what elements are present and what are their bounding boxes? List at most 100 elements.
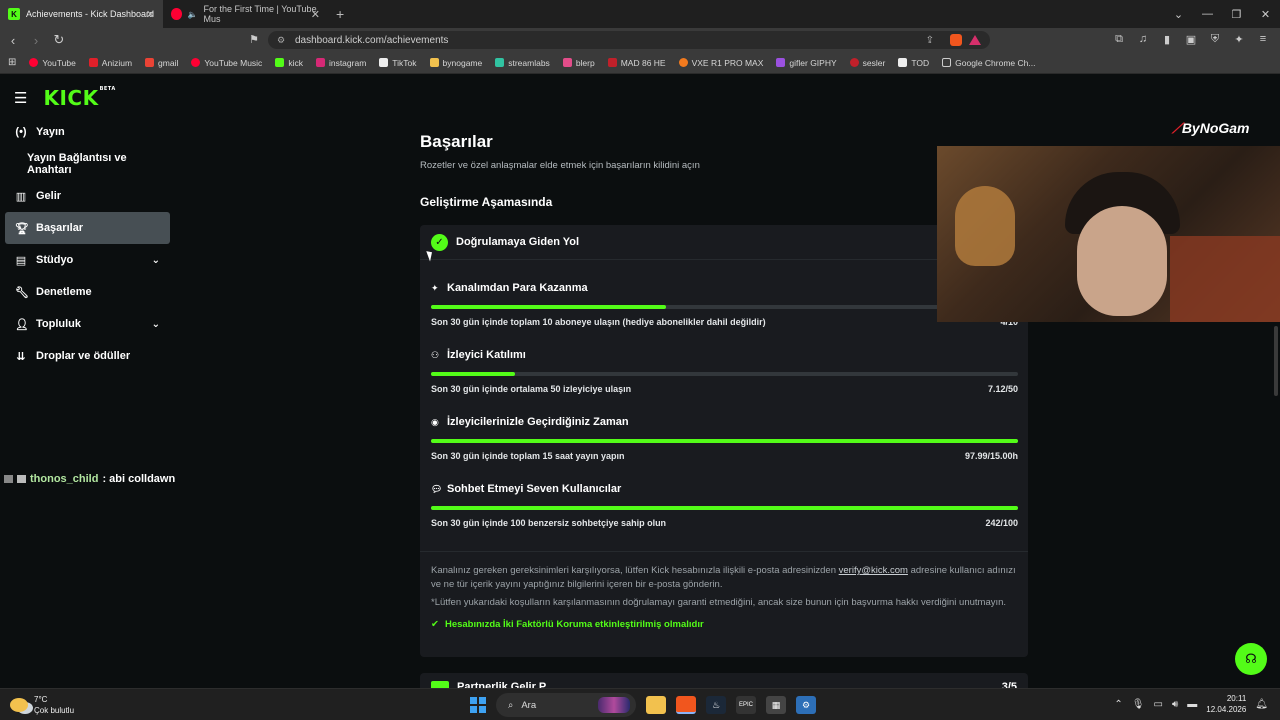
- drops-icon: ⇊: [16, 350, 26, 363]
- sidebar-item-topluluk[interactable]: 👤︎ Topluluk ⌄: [5, 308, 170, 340]
- sparkle-icon: ✦: [431, 282, 439, 293]
- tab-title: Achievements - Kick Dashboard: [26, 9, 155, 19]
- bookmark-tiktok[interactable]: TikTok: [379, 58, 417, 68]
- progress-fill: [431, 305, 666, 309]
- progress-fill: [431, 439, 1018, 443]
- sidebar-item-gelir[interactable]: ▥ Gelir: [5, 180, 170, 212]
- verify-email-link[interactable]: verify@kick.com: [839, 565, 908, 576]
- bookmark-streamlabs[interactable]: streamlabs: [495, 58, 550, 68]
- brave-browser-icon[interactable]: [676, 696, 696, 714]
- sidebar-icon[interactable]: ▮: [1160, 33, 1174, 46]
- clock[interactable]: 20:11 12.04.2026: [1206, 693, 1246, 715]
- file-explorer-icon[interactable]: [646, 696, 666, 714]
- support-chat-button[interactable]: ☊: [1235, 643, 1267, 675]
- apps-grid-icon[interactable]: ⊞: [8, 57, 16, 68]
- minimize-button[interactable]: —: [1193, 8, 1222, 20]
- reload-button[interactable]: ↻: [49, 32, 69, 48]
- windows-start-icon[interactable]: [470, 697, 486, 713]
- close-window-button[interactable]: ✕: [1251, 8, 1280, 21]
- back-button[interactable]: ‹: [3, 33, 23, 48]
- viewers-icon: ⚇: [431, 349, 440, 360]
- notification-bell-icon[interactable]: 🔔︎: [1255, 699, 1268, 710]
- tab-search-icon[interactable]: ⌄: [1164, 8, 1193, 21]
- volume-icon[interactable]: 🔊︎: [1172, 699, 1178, 710]
- sidebar-item-studyo[interactable]: ▤ Stüdyo ⌄: [5, 244, 170, 276]
- progress-bar: [431, 372, 1018, 376]
- epic-games-icon[interactable]: EPIC: [736, 696, 756, 714]
- studio-icon: ▤: [15, 254, 27, 267]
- menu-icon[interactable]: ≡: [1256, 33, 1270, 46]
- maximize-button[interactable]: ❐: [1222, 8, 1251, 21]
- revenue-icon: ▥: [15, 190, 27, 203]
- requirement-monetization: ✦ Kanalımdan Para Kazanma Son 30 gün için…: [431, 282, 1018, 327]
- search-icon: ⌕: [508, 699, 514, 711]
- bookmark-gmail[interactable]: gmail: [145, 58, 178, 68]
- kick-logo[interactable]: KICKBETA: [43, 86, 115, 110]
- window-controls: ⌄ — ❐ ✕: [1164, 0, 1280, 28]
- bookmark-folder-chrome[interactable]: Google Chrome Ch...: [942, 58, 1035, 68]
- store-icon[interactable]: ▦: [766, 696, 786, 714]
- youtube-music-icon: [191, 58, 201, 67]
- trophy-icon: 🏆︎: [15, 222, 29, 235]
- url-bar[interactable]: ⚙ dashboard.kick.com/achievements ⇪: [268, 31, 990, 49]
- sidebar-item-droplar[interactable]: ⇊ Droplar ve ödüller: [5, 340, 170, 372]
- requirement-title: İzleyici Katılımı: [447, 349, 526, 361]
- tab-close-icon[interactable]: ✕: [146, 8, 155, 21]
- bookmark-instagram[interactable]: instagram: [315, 58, 366, 68]
- footer-disclaimer: *Lütfen yukarıdaki koşulların karşılanma…: [431, 597, 1007, 608]
- instagram-icon: [315, 58, 325, 67]
- sidebar-item-yayin[interactable]: (•) Yayın: [5, 116, 170, 148]
- progress-bar: [431, 506, 1018, 510]
- bookmark-youtube-music[interactable]: YouTube Music: [191, 58, 262, 68]
- tiktok-icon: [379, 58, 389, 67]
- vpn-icon[interactable]: ⛨: [1208, 33, 1222, 46]
- site-info-icon[interactable]: ⚙: [277, 35, 285, 46]
- sidebar-item-stream-key[interactable]: Yayın Bağlantısı ve Anahtarı: [5, 148, 170, 180]
- forward-button[interactable]: ›: [26, 33, 46, 48]
- weather-widget[interactable]: 7°C Çok bulutlu: [10, 694, 74, 716]
- brave-rewards-icon[interactable]: [969, 35, 981, 45]
- system-tray: ⌃ 🎙︎ ▭ 🔊︎ ▬ 20:11 12.04.2026 🔔︎: [1114, 693, 1268, 715]
- twofa-requirement: ✔ Hesabınızda İki Faktörlü Koruma etkinle…: [431, 618, 704, 630]
- address-toolbar: ‹ › ↻ ⚙ dashboard.kick.com/achievements …: [0, 28, 1280, 52]
- brave-shields-icon[interactable]: [950, 34, 962, 46]
- windows-taskbar: 7°C Çok bulutlu ⌕ Ara ♨ EPIC ▦ ⚙ ⌃ 🎙︎ ▭ 🔊︎…: [0, 688, 1280, 720]
- network-icon[interactable]: ▭: [1153, 699, 1162, 710]
- tab-achievements[interactable]: K Achievements - Kick Dashboard ✕: [0, 0, 163, 28]
- kick-favicon-icon: K: [8, 8, 20, 20]
- bookmark-mad86[interactable]: MAD 86 HE: [607, 58, 666, 68]
- page-scrollbar[interactable]: [1274, 326, 1278, 396]
- anizium-icon: [88, 58, 98, 67]
- bookmark-anizium[interactable]: Anizium: [88, 58, 132, 68]
- sidebar-nav: (•) Yayın Yayın Bağlantısı ve Anahtarı ▥ G…: [5, 116, 170, 372]
- settings-app-icon[interactable]: ⚙: [796, 696, 816, 714]
- tab-close-icon[interactable]: ✕: [311, 8, 320, 21]
- battery-icon[interactable]: ▬: [1187, 699, 1197, 710]
- steam-icon[interactable]: ♨: [706, 696, 726, 714]
- bookmark-sesler[interactable]: sesler: [849, 58, 885, 68]
- requirement-title: Kanalımdan Para Kazanma: [447, 282, 588, 294]
- leo-ai-icon[interactable]: ✦: [1232, 33, 1246, 46]
- microphone-icon[interactable]: 🎙︎: [1132, 699, 1145, 710]
- card-footer: Kanalınız gereken gereksinimleri karşılı…: [420, 551, 1028, 631]
- bookmark-kick[interactable]: kick: [275, 58, 303, 68]
- share-icon[interactable]: ⇪: [926, 35, 934, 46]
- new-tab-button[interactable]: +: [336, 6, 344, 22]
- media-icon[interactable]: ♫: [1136, 33, 1150, 46]
- tab-youtube-music[interactable]: 🔈 For the First Time | YouTube Mus ✕: [163, 0, 328, 28]
- bookmark-tod[interactable]: TOD: [898, 58, 929, 68]
- taskbar-search[interactable]: ⌕ Ara: [496, 693, 636, 717]
- sidebar-item-denetleme[interactable]: 🔧︎ Denetleme: [5, 276, 170, 308]
- hamburger-menu-icon[interactable]: ☰: [14, 89, 27, 107]
- bookmark-blerp[interactable]: blerp: [562, 58, 595, 68]
- sidebar-item-basarilar[interactable]: 🏆︎ Başarılar: [5, 212, 170, 244]
- bookmark-youtube[interactable]: YouTube: [29, 58, 76, 68]
- bookmark-bynogame[interactable]: bynogame: [429, 58, 482, 68]
- bookmark-giphy[interactable]: gifler GIPHY: [776, 58, 837, 68]
- bookmark-icon[interactable]: ⚑: [249, 33, 259, 46]
- tod-icon: [898, 58, 908, 67]
- extensions-icon[interactable]: ⧉: [1112, 33, 1126, 46]
- wallet-icon[interactable]: ▣: [1184, 33, 1198, 46]
- tray-chevron-icon[interactable]: ⌃: [1114, 699, 1122, 710]
- bookmark-vxe[interactable]: VXE R1 PRO MAX: [678, 58, 763, 68]
